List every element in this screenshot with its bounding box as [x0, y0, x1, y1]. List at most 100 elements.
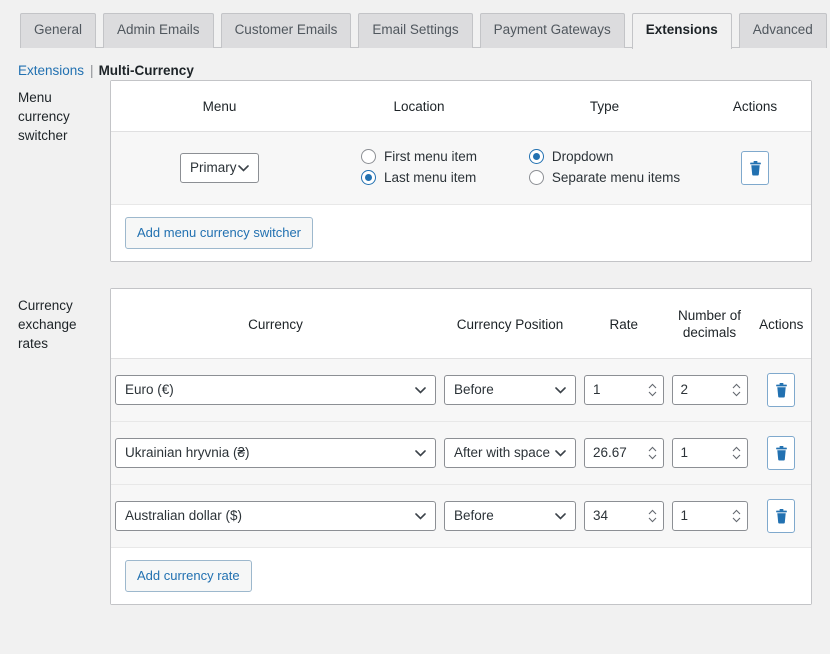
chevron-down-icon: [415, 439, 426, 467]
table-body: Euro (€) Before 1 2 Ukrainian hryvnia (₴…: [111, 358, 811, 548]
radio-last-menu-item[interactable]: Last menu item: [360, 170, 477, 185]
column-header-type: Type: [510, 81, 699, 132]
radio-separate-menu-items[interactable]: Separate menu items: [528, 170, 680, 185]
settings-tab-bar: General Admin Emails Customer Emails Ema…: [0, 0, 830, 49]
cell-currency-position: Before: [440, 484, 580, 548]
column-header-location: Location: [328, 81, 510, 132]
trash-icon: [749, 160, 762, 176]
currency-position-select[interactable]: Before: [444, 375, 576, 405]
radio-dropdown-indicator: [528, 149, 544, 164]
menu-select[interactable]: Primary: [180, 153, 259, 183]
decimals-input-value: 1: [680, 508, 689, 523]
cell-currency: Australian dollar ($): [111, 484, 440, 548]
cell-rate: 34: [580, 484, 668, 548]
radio-last-menu-item-label: Last menu item: [383, 170, 477, 185]
rate-input-value: 26.67: [593, 445, 627, 460]
menu-select-value: Primary: [190, 160, 237, 175]
column-header-rate: Rate: [580, 289, 668, 359]
delete-currency-rate-button[interactable]: [767, 499, 796, 533]
cell-decimals: 1: [667, 484, 752, 548]
decimals-input[interactable]: 1: [671, 438, 748, 468]
cell-actions: [751, 484, 811, 548]
breadcrumb-current: Multi-Currency: [98, 63, 194, 78]
cell-menu: Primary: [111, 131, 328, 205]
rate-input[interactable]: 26.67: [584, 438, 664, 468]
table-row: Australian dollar ($) Before 34 1: [111, 484, 811, 548]
table-body: Primary First menu item Last menu item D…: [111, 131, 811, 205]
tab-general[interactable]: General: [20, 13, 97, 48]
stepper-arrows-icon[interactable]: [732, 446, 741, 460]
add-menu-currency-switcher-button[interactable]: Add menu currency switcher: [125, 217, 314, 249]
column-header-currency-position: Currency Position: [440, 289, 580, 359]
radio-dropdown-label: Dropdown: [551, 149, 614, 164]
decimals-input-value: 1: [680, 445, 689, 460]
cell-actions: [751, 358, 811, 422]
radio-first-menu-item-label: First menu item: [383, 149, 478, 164]
menu-switcher-footer: Add menu currency switcher: [111, 205, 811, 261]
currency-position-value: After with space: [454, 445, 551, 460]
cell-actions: [751, 421, 811, 485]
table-row: Ukrainian hryvnia (₴) After with space 2…: [111, 421, 811, 485]
radio-first-menu-item[interactable]: First menu item: [360, 149, 478, 164]
decimals-input[interactable]: 2: [671, 375, 748, 405]
column-header-decimals-line1: Number of: [677, 308, 742, 323]
cell-currency-position: After with space: [440, 421, 580, 485]
cell-actions: [699, 131, 811, 205]
cell-currency-position: Before: [440, 358, 580, 422]
currency-select-value: Ukrainian hryvnia (₴): [125, 445, 250, 460]
rate-input[interactable]: 34: [584, 501, 664, 531]
delete-menu-switcher-button[interactable]: [741, 151, 769, 185]
currency-exchange-rates-table: Currency Currency Position Rate Number o…: [111, 289, 811, 548]
currency-position-select[interactable]: After with space: [444, 438, 576, 468]
delete-currency-rate-button[interactable]: [767, 436, 796, 470]
cell-type: Dropdown Separate menu items: [510, 131, 699, 205]
breadcrumb-link-extensions[interactable]: Extensions: [18, 63, 84, 78]
chevron-down-icon: [415, 502, 426, 530]
breadcrumb-separator: |: [90, 63, 94, 78]
currency-exchange-rates-label: Currency exchange rates: [18, 298, 77, 351]
radio-last-menu-item-indicator: [360, 170, 376, 185]
column-header-decimals-line2: decimals: [682, 325, 737, 340]
table-header: Currency Currency Position Rate Number o…: [111, 289, 811, 359]
stepper-arrows-icon[interactable]: [648, 383, 657, 397]
add-currency-rate-button[interactable]: Add currency rate: [125, 560, 252, 592]
tab-advanced[interactable]: Advanced: [738, 13, 827, 48]
stepper-arrows-icon[interactable]: [648, 446, 657, 460]
trash-icon: [775, 445, 788, 461]
delete-currency-rate-button[interactable]: [767, 373, 796, 407]
stepper-arrows-icon[interactable]: [648, 509, 657, 523]
currency-select-value: Australian dollar ($): [125, 508, 243, 523]
cell-rate: 26.67: [580, 421, 668, 485]
currency-position-value: Before: [454, 508, 494, 523]
decimals-input[interactable]: 1: [671, 501, 748, 531]
chevron-down-icon: [555, 439, 566, 467]
radio-dropdown[interactable]: Dropdown: [528, 149, 680, 164]
tab-extensions[interactable]: Extensions: [631, 13, 732, 49]
currency-exchange-rates-section: Currency exchange rates Currency Currenc…: [0, 288, 830, 605]
tab-payment-gateways[interactable]: Payment Gateways: [479, 13, 625, 48]
tab-customer-emails[interactable]: Customer Emails: [220, 13, 352, 48]
cell-decimals: 2: [667, 358, 752, 422]
location-radio-group: First menu item Last menu item: [360, 146, 478, 188]
trash-icon: [775, 382, 788, 398]
chevron-down-icon: [238, 154, 249, 182]
currency-position-select[interactable]: Before: [444, 501, 576, 531]
tab-admin-emails[interactable]: Admin Emails: [103, 13, 214, 48]
menu-currency-switcher-table: Menu Location Type Actions Primary First…: [111, 81, 811, 205]
table-header: Menu Location Type Actions: [111, 81, 811, 132]
column-header-number-of-decimals: Number of decimals: [667, 289, 752, 359]
stepper-arrows-icon[interactable]: [732, 383, 741, 397]
stepper-arrows-icon[interactable]: [732, 509, 741, 523]
type-radio-group: Dropdown Separate menu items: [528, 146, 680, 188]
breadcrumb: Extensions | Multi-Currency: [0, 48, 830, 80]
menu-currency-switcher-label: Menu currency switcher: [18, 90, 70, 143]
currency-select[interactable]: Ukrainian hryvnia (₴): [115, 438, 436, 468]
currency-select[interactable]: Australian dollar ($): [115, 501, 436, 531]
currency-select[interactable]: Euro (€): [115, 375, 436, 405]
tab-email-settings[interactable]: Email Settings: [358, 13, 473, 48]
column-header-actions: Actions: [751, 289, 811, 359]
menu-currency-switcher-panel: Menu Location Type Actions Primary First…: [110, 80, 812, 262]
cell-currency: Ukrainian hryvnia (₴): [111, 421, 440, 485]
rate-input[interactable]: 1: [584, 375, 664, 405]
radio-first-menu-item-indicator: [360, 149, 376, 164]
